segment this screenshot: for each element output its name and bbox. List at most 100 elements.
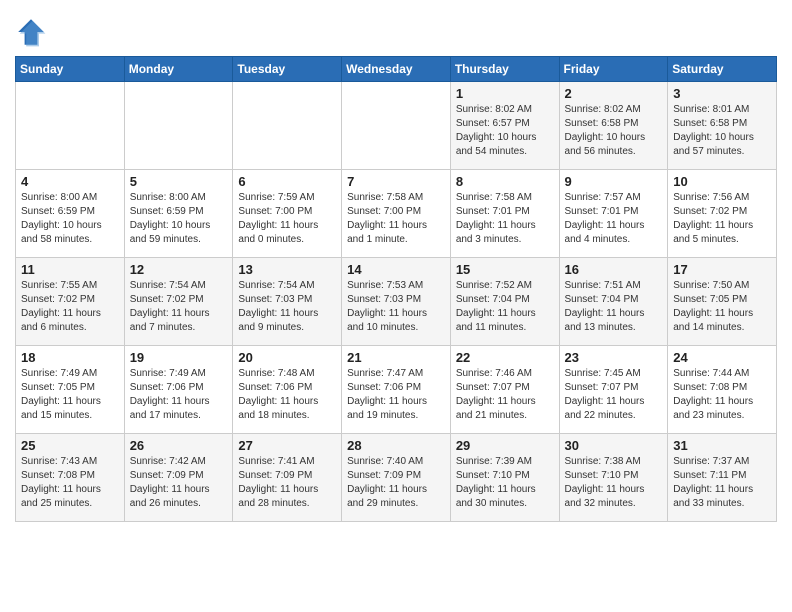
day-detail: Sunrise: 7:59 AM Sunset: 7:00 PM Dayligh… <box>238 191 336 247</box>
day-detail: Sunrise: 7:45 AM Sunset: 7:07 PM Dayligh… <box>565 367 663 423</box>
calendar-week-1: 1 Sunrise: 8:02 AM Sunset: 6:57 PM Daylig… <box>16 82 777 170</box>
day-detail: Sunrise: 8:01 AM Sunset: 6:58 PM Dayligh… <box>673 103 771 159</box>
calendar-week-4: 18Sunrise: 7:49 AM Sunset: 7:05 PM Dayli… <box>16 346 777 434</box>
calendar-cell: 30 Sunrise: 7:38 AM Sunset: 7:10 PM Dayli… <box>559 434 668 522</box>
day-number: 16 <box>565 262 663 277</box>
calendar-cell: 11 Sunrise: 7:55 AM Sunset: 7:02 PM Dayli… <box>16 258 125 346</box>
day-number: 10 <box>673 174 771 189</box>
day-number: 29 <box>456 438 554 453</box>
day-number: 2 <box>565 86 663 101</box>
day-number: 20 <box>238 350 336 365</box>
calendar-cell: 16Sunrise: 7:51 AM Sunset: 7:04 PM Dayli… <box>559 258 668 346</box>
day-detail: Sunrise: 7:50 AM Sunset: 7:05 PM Dayligh… <box>673 279 771 335</box>
day-detail: Sunrise: 7:47 AM Sunset: 7:06 PM Dayligh… <box>347 367 445 423</box>
calendar-cell: 6Sunrise: 7:59 AM Sunset: 7:00 PM Daylig… <box>233 170 342 258</box>
calendar-cell: 4 Sunrise: 8:00 AM Sunset: 6:59 PM Daylig… <box>16 170 125 258</box>
day-number: 26 <box>130 438 228 453</box>
day-detail: Sunrise: 7:53 AM Sunset: 7:03 PM Dayligh… <box>347 279 445 335</box>
calendar-cell: 21 Sunrise: 7:47 AM Sunset: 7:06 PM Dayli… <box>342 346 451 434</box>
calendar-week-5: 25 Sunrise: 7:43 AM Sunset: 7:08 PM Dayli… <box>16 434 777 522</box>
day-number: 19 <box>130 350 228 365</box>
day-detail: Sunrise: 7:37 AM Sunset: 7:11 PM Dayligh… <box>673 455 771 511</box>
day-number: 8 <box>456 174 554 189</box>
weekday-header-row: SundayMondayTuesdayWednesdayThursdayFrid… <box>16 57 777 82</box>
day-detail: Sunrise: 7:44 AM Sunset: 7:08 PM Dayligh… <box>673 367 771 423</box>
calendar-cell: 3 Sunrise: 8:01 AM Sunset: 6:58 PM Daylig… <box>668 82 777 170</box>
weekday-header-saturday: Saturday <box>668 57 777 82</box>
day-detail: Sunrise: 8:02 AM Sunset: 6:57 PM Dayligh… <box>456 103 554 159</box>
calendar-cell: 8 Sunrise: 7:58 AM Sunset: 7:01 PM Daylig… <box>450 170 559 258</box>
weekday-header-thursday: Thursday <box>450 57 559 82</box>
day-number: 23 <box>565 350 663 365</box>
calendar-cell: 7Sunrise: 7:58 AM Sunset: 7:00 PM Daylig… <box>342 170 451 258</box>
day-detail: Sunrise: 8:00 AM Sunset: 6:59 PM Dayligh… <box>21 191 119 247</box>
day-detail: Sunrise: 7:46 AM Sunset: 7:07 PM Dayligh… <box>456 367 554 423</box>
day-number: 18 <box>21 350 119 365</box>
calendar-cell: 9 Sunrise: 7:57 AM Sunset: 7:01 PM Daylig… <box>559 170 668 258</box>
day-detail: Sunrise: 7:42 AM Sunset: 7:09 PM Dayligh… <box>130 455 228 511</box>
calendar-cell: 19 Sunrise: 7:49 AM Sunset: 7:06 PM Dayli… <box>124 346 233 434</box>
weekday-header-sunday: Sunday <box>16 57 125 82</box>
day-number: 24 <box>673 350 771 365</box>
day-detail: Sunrise: 7:38 AM Sunset: 7:10 PM Dayligh… <box>565 455 663 511</box>
weekday-header-monday: Monday <box>124 57 233 82</box>
calendar-cell <box>342 82 451 170</box>
calendar-week-3: 11 Sunrise: 7:55 AM Sunset: 7:02 PM Dayli… <box>16 258 777 346</box>
calendar-table: SundayMondayTuesdayWednesdayThursdayFrid… <box>15 56 777 522</box>
day-number: 25 <box>21 438 119 453</box>
day-detail: Sunrise: 7:49 AM Sunset: 7:06 PM Dayligh… <box>130 367 228 423</box>
calendar-cell: 26 Sunrise: 7:42 AM Sunset: 7:09 PM Dayli… <box>124 434 233 522</box>
day-number: 21 <box>347 350 445 365</box>
calendar-week-2: 4 Sunrise: 8:00 AM Sunset: 6:59 PM Daylig… <box>16 170 777 258</box>
calendar-cell: 23 Sunrise: 7:45 AM Sunset: 7:07 PM Dayli… <box>559 346 668 434</box>
day-detail: Sunrise: 7:41 AM Sunset: 7:09 PM Dayligh… <box>238 455 336 511</box>
day-number: 13 <box>238 262 336 277</box>
day-number: 12 <box>130 262 228 277</box>
calendar-cell: 10 Sunrise: 7:56 AM Sunset: 7:02 PM Dayli… <box>668 170 777 258</box>
calendar-cell: 20 Sunrise: 7:48 AM Sunset: 7:06 PM Dayli… <box>233 346 342 434</box>
day-detail: Sunrise: 7:57 AM Sunset: 7:01 PM Dayligh… <box>565 191 663 247</box>
calendar-cell: 29Sunrise: 7:39 AM Sunset: 7:10 PM Dayli… <box>450 434 559 522</box>
day-detail: Sunrise: 7:58 AM Sunset: 7:01 PM Dayligh… <box>456 191 554 247</box>
calendar-cell <box>233 82 342 170</box>
day-number: 9 <box>565 174 663 189</box>
day-number: 5 <box>130 174 228 189</box>
day-detail: Sunrise: 8:02 AM Sunset: 6:58 PM Dayligh… <box>565 103 663 159</box>
day-detail: Sunrise: 7:43 AM Sunset: 7:08 PM Dayligh… <box>21 455 119 511</box>
day-number: 3 <box>673 86 771 101</box>
calendar-cell: 25 Sunrise: 7:43 AM Sunset: 7:08 PM Dayli… <box>16 434 125 522</box>
calendar-cell: 17 Sunrise: 7:50 AM Sunset: 7:05 PM Dayli… <box>668 258 777 346</box>
weekday-header-friday: Friday <box>559 57 668 82</box>
day-number: 31 <box>673 438 771 453</box>
calendar-cell: 31 Sunrise: 7:37 AM Sunset: 7:11 PM Dayli… <box>668 434 777 522</box>
day-number: 4 <box>21 174 119 189</box>
calendar-cell: 2 Sunrise: 8:02 AM Sunset: 6:58 PM Daylig… <box>559 82 668 170</box>
day-number: 30 <box>565 438 663 453</box>
calendar-cell: 1 Sunrise: 8:02 AM Sunset: 6:57 PM Daylig… <box>450 82 559 170</box>
calendar-cell: 28 Sunrise: 7:40 AM Sunset: 7:09 PM Dayli… <box>342 434 451 522</box>
day-number: 11 <box>21 262 119 277</box>
calendar-cell: 18Sunrise: 7:49 AM Sunset: 7:05 PM Dayli… <box>16 346 125 434</box>
day-detail: Sunrise: 7:54 AM Sunset: 7:03 PM Dayligh… <box>238 279 336 335</box>
day-detail: Sunrise: 7:56 AM Sunset: 7:02 PM Dayligh… <box>673 191 771 247</box>
calendar-cell: 5 Sunrise: 8:00 AM Sunset: 6:59 PM Daylig… <box>124 170 233 258</box>
day-detail: Sunrise: 7:54 AM Sunset: 7:02 PM Dayligh… <box>130 279 228 335</box>
day-number: 15 <box>456 262 554 277</box>
calendar-cell <box>16 82 125 170</box>
calendar-cell <box>124 82 233 170</box>
calendar-cell: 24 Sunrise: 7:44 AM Sunset: 7:08 PM Dayli… <box>668 346 777 434</box>
day-detail: Sunrise: 7:55 AM Sunset: 7:02 PM Dayligh… <box>21 279 119 335</box>
calendar-cell: 15Sunrise: 7:52 AM Sunset: 7:04 PM Dayli… <box>450 258 559 346</box>
calendar-cell: 12 Sunrise: 7:54 AM Sunset: 7:02 PM Dayli… <box>124 258 233 346</box>
day-detail: Sunrise: 7:40 AM Sunset: 7:09 PM Dayligh… <box>347 455 445 511</box>
weekday-header-tuesday: Tuesday <box>233 57 342 82</box>
day-number: 28 <box>347 438 445 453</box>
day-number: 17 <box>673 262 771 277</box>
day-number: 1 <box>456 86 554 101</box>
day-detail: Sunrise: 8:00 AM Sunset: 6:59 PM Dayligh… <box>130 191 228 247</box>
day-number: 27 <box>238 438 336 453</box>
day-detail: Sunrise: 7:48 AM Sunset: 7:06 PM Dayligh… <box>238 367 336 423</box>
weekday-header-wednesday: Wednesday <box>342 57 451 82</box>
calendar-cell: 22 Sunrise: 7:46 AM Sunset: 7:07 PM Dayli… <box>450 346 559 434</box>
day-number: 22 <box>456 350 554 365</box>
